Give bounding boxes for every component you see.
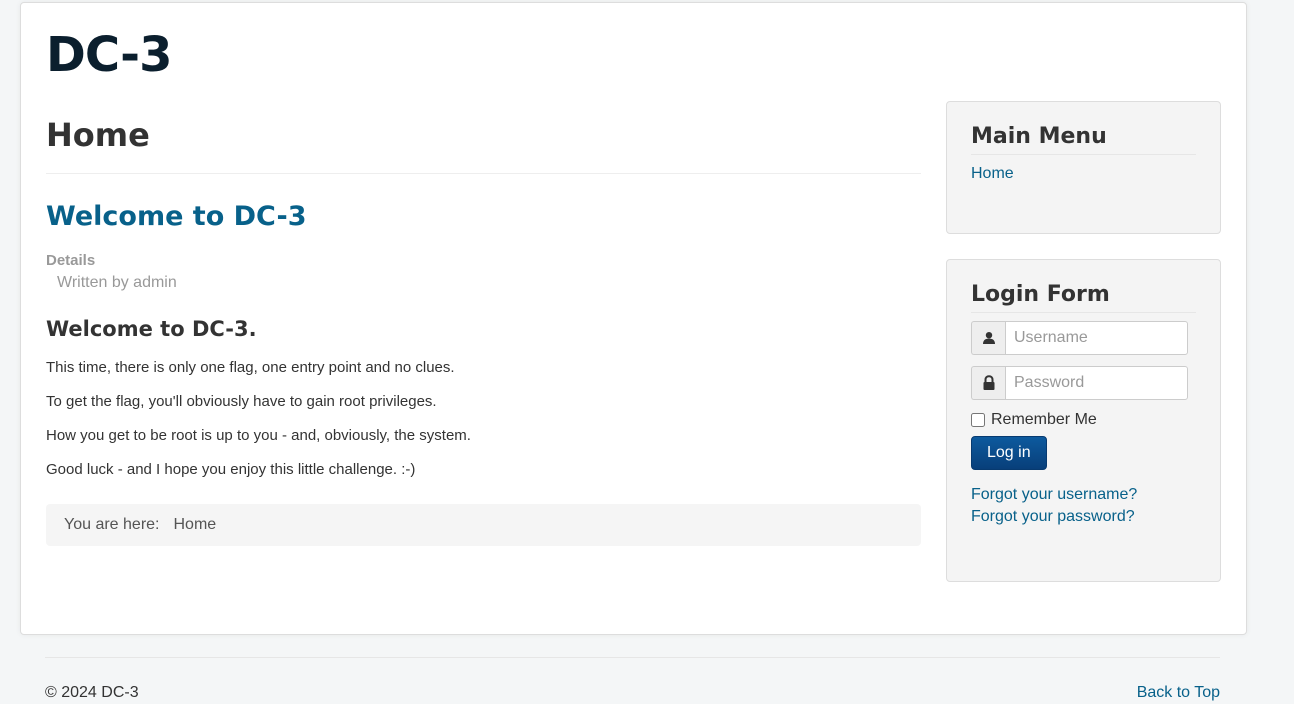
article-body: Welcome to DC-3. This time, there is onl… xyxy=(46,314,921,481)
site-container: DC-3 Home Welcome to DC-3 Details Writte… xyxy=(20,2,1247,635)
article-paragraph: Good luck - and I hope you enjoy this li… xyxy=(46,461,416,478)
breadcrumb-current: Home xyxy=(173,516,217,533)
user-icon xyxy=(971,321,1005,355)
remember-me-checkbox[interactable] xyxy=(971,413,985,427)
article-author: Written by admin xyxy=(57,274,177,291)
footer-copyright: © 2024 DC-3 xyxy=(45,684,139,701)
article-heading: Welcome to DC-3. xyxy=(46,317,257,341)
login-form-title: Login Form xyxy=(971,278,1196,313)
main-content: Home Welcome to DC-3 Details Written by … xyxy=(46,103,921,546)
article-paragraph: How you get to be root is up to you - an… xyxy=(46,427,471,444)
menu-item-home[interactable]: Home xyxy=(971,163,1014,185)
username-input[interactable] xyxy=(1005,321,1188,355)
article-paragraph: To get the flag, you'll obviously have t… xyxy=(46,393,437,410)
page-header: Home xyxy=(46,103,921,174)
sidebar: Main Menu Home Login Form Username Remem… xyxy=(946,101,1221,582)
login-links: Forgot your username? Forgot your passwo… xyxy=(971,484,1196,528)
article-info: Details Written by admin xyxy=(46,250,921,294)
main-menu-title: Main Menu xyxy=(971,120,1196,155)
breadcrumb-label: You are here: xyxy=(64,516,160,533)
main-menu-module: Main Menu Home xyxy=(946,101,1221,234)
password-input[interactable] xyxy=(1005,366,1188,400)
article-title-link[interactable]: Welcome to DC-3 xyxy=(46,201,921,233)
forgot-username-link[interactable]: Forgot your username? xyxy=(971,484,1196,506)
back-to-top-link[interactable]: Back to Top xyxy=(1137,684,1220,702)
remember-me[interactable]: Remember Me xyxy=(971,411,1196,429)
remember-me-label: Remember Me xyxy=(991,411,1097,428)
page-body: DC-3 Home Welcome to DC-3 Details Writte… xyxy=(0,0,1294,704)
username-row xyxy=(971,321,1188,355)
lock-icon xyxy=(971,366,1005,400)
footer-divider xyxy=(45,657,1220,658)
site-brand[interactable]: DC-3 xyxy=(46,27,172,85)
article-paragraph: This time, there is only one flag, one e… xyxy=(46,359,455,376)
article-details-label: Details xyxy=(46,252,96,269)
breadcrumb: You are here: Home xyxy=(46,504,921,546)
page-title: Home xyxy=(46,116,150,154)
login-form-module: Login Form Username Remember Me Log in F… xyxy=(946,259,1221,582)
login-button[interactable]: Log in xyxy=(971,436,1047,470)
password-row xyxy=(971,366,1188,400)
forgot-password-link[interactable]: Forgot your password? xyxy=(971,506,1196,528)
